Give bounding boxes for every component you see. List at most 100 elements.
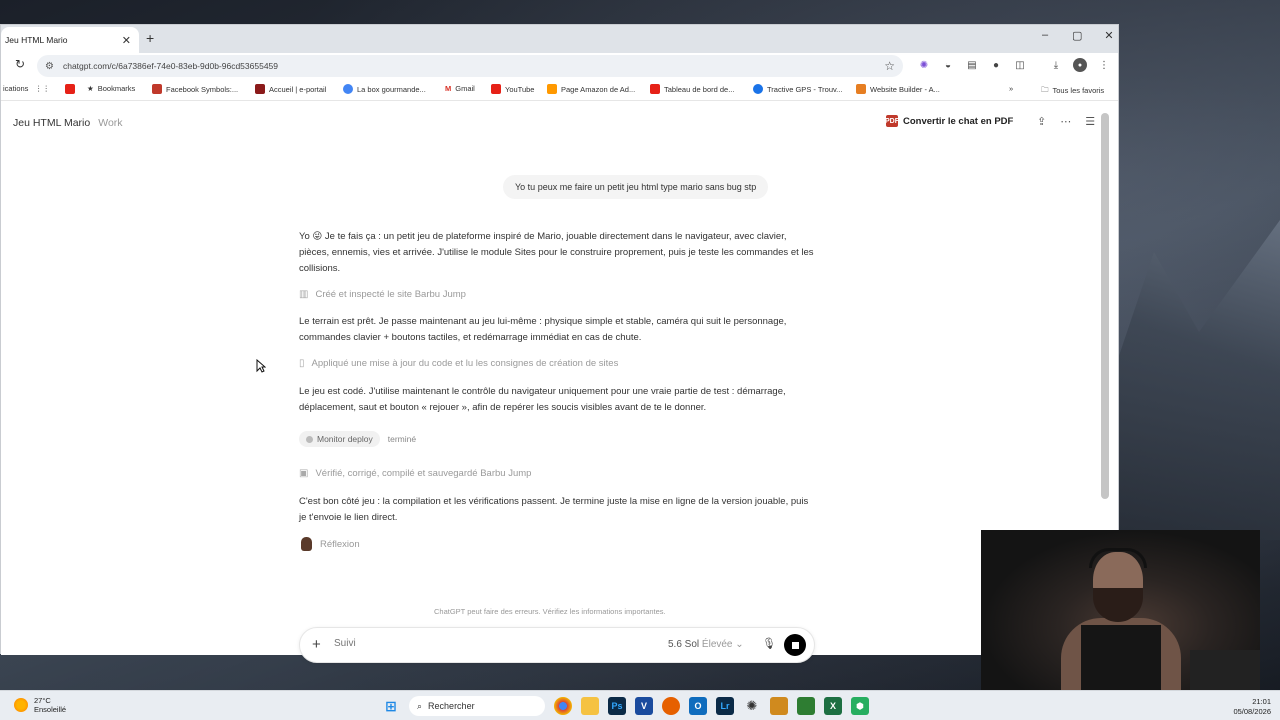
- extension-record-icon[interactable]: ●: [989, 58, 1003, 72]
- more-options-icon[interactable]: ⋯: [1060, 115, 1071, 128]
- bookmark-item[interactable]: Tractive GPS - Trouv...: [753, 84, 842, 94]
- window-controls: – ▢ ✕: [1040, 29, 1114, 42]
- monitor-deploy-pill[interactable]: Monitor deploy: [299, 431, 380, 447]
- weather-widget[interactable]: 27°C Ensoleillé: [14, 696, 66, 714]
- bookmark-star-icon[interactable]: ☆: [884, 59, 895, 73]
- bookmark-item[interactable]: Page Amazon de Ad...: [547, 84, 635, 94]
- share-icon[interactable]: ⇪: [1037, 115, 1046, 128]
- bookmarks-overflow-button[interactable]: »: [1009, 84, 1013, 93]
- thinking-indicator: Réflexion: [301, 537, 360, 551]
- firefox-icon[interactable]: [662, 697, 680, 715]
- tool-step[interactable]: ▣ Vérifié, corrigé, compilé et sauvegard…: [299, 468, 531, 479]
- status-dot-icon: [306, 435, 313, 443]
- tab-close-icon[interactable]: ✕: [122, 34, 131, 47]
- taskbar-search[interactable]: ⌕ Rechercher: [409, 696, 545, 716]
- chatgpt-icon[interactable]: ✺: [743, 697, 761, 715]
- url-text: chatgpt.com/c/6a7386ef-74e0-83eb-9d0b-96…: [62, 61, 278, 71]
- extension-purple-icon[interactable]: ✺: [917, 58, 931, 72]
- new-tab-button[interactable]: +: [146, 30, 154, 46]
- bookmark-item[interactable]: ★ Bookmarks: [87, 84, 135, 93]
- lightroom-icon[interactable]: Lr: [716, 697, 734, 715]
- model-selector[interactable]: 5.6 Sol Élevée ⌄: [668, 639, 744, 650]
- bookmark-item[interactable]: Accueil | e-portail: [255, 84, 326, 94]
- book-icon: ▯: [299, 358, 305, 369]
- bookmark-item[interactable]: Website Builder - A...: [856, 84, 940, 94]
- extension-mask-icon[interactable]: ◒: [941, 58, 955, 72]
- outlook-icon[interactable]: O: [689, 697, 707, 715]
- youtube-icon[interactable]: [65, 84, 75, 94]
- assistant-message: Le jeu est codé. J'utilise maintenant le…: [299, 386, 786, 413]
- folder-app-icon[interactable]: [770, 697, 788, 715]
- tool-step[interactable]: ▥ Créé et inspecté le site Barbu Jump: [299, 289, 466, 300]
- microphone-icon[interactable]: 🎙: [762, 637, 776, 650]
- bookmark-item[interactable]: Tableau de bord de...: [650, 84, 734, 94]
- tool-step[interactable]: ▯ Appliqué une mise à jour du code et lu…: [299, 358, 618, 369]
- assistant-message: Le terrain est prêt. Je passe maintenant…: [299, 316, 787, 343]
- minimize-button[interactable]: –: [1040, 29, 1050, 42]
- sidebar-toggle-icon[interactable]: ☰: [1085, 115, 1095, 128]
- notepad-icon[interactable]: [797, 697, 815, 715]
- disclaimer-text: ChatGPT peut faire des erreurs. Vérifiez…: [434, 607, 666, 616]
- webcam-overlay: [981, 530, 1260, 690]
- bookmark-item[interactable]: YouTube: [491, 84, 534, 94]
- vegas-icon[interactable]: V: [635, 697, 653, 715]
- tab-title: Jeu HTML Mario: [5, 35, 68, 45]
- assistant-message: C'est bon côté jeu : la compilation et l…: [299, 496, 809, 523]
- windows-start-icon[interactable]: ⊞: [382, 697, 400, 715]
- user-message: Yo tu peux me faire un petit jeu html ty…: [503, 175, 769, 199]
- close-window-button[interactable]: ✕: [1104, 29, 1114, 42]
- code-check-icon: ▣: [299, 468, 309, 479]
- scrollbar[interactable]: [1101, 113, 1109, 499]
- folder-icon: 🗀: [1041, 85, 1049, 94]
- sun-icon: [14, 698, 28, 712]
- clock-date: 05/08/2026: [1233, 707, 1271, 716]
- user-message-text: Yo tu peux me faire un petit jeu html ty…: [515, 182, 757, 192]
- bookmark-item[interactable]: Facebook Symbols:...: [152, 84, 238, 94]
- profile-avatar[interactable]: ●: [1073, 58, 1087, 72]
- monitor-status: terminé: [387, 434, 417, 444]
- taskbar: 27°C Ensoleillé ⊞ ⌕ Rechercher Ps V O Lr…: [0, 690, 1280, 720]
- tab-active[interactable]: Jeu HTML Mario ✕: [1, 27, 139, 53]
- download-icon[interactable]: ⤓: [1049, 58, 1063, 72]
- tool-step-label: Vérifié, corrigé, compilé et sauvegardé …: [315, 468, 532, 479]
- address-bar[interactable]: ⚙ chatgpt.com/c/6a7386ef-74e0-83eb-9d0b-…: [37, 55, 903, 77]
- system-clock[interactable]: 21:01 05/08/2026: [1233, 697, 1271, 717]
- terminal-icon[interactable]: ⬢: [851, 697, 869, 715]
- chat-title[interactable]: Jeu HTML Mario: [13, 117, 90, 129]
- bookmark-item[interactable]: M Gmail: [445, 84, 475, 93]
- webcam-person-shirt: [1081, 625, 1161, 690]
- bookmark-item[interactable]: ications: [3, 84, 28, 93]
- tool-step-label: Appliqué une mise à jour du code et lu l…: [311, 358, 619, 369]
- monitor-label: Monitor deploy: [317, 434, 373, 444]
- file-explorer-icon[interactable]: [581, 697, 599, 715]
- convert-pdf-button[interactable]: PDF Convertir le chat en PDF: [885, 115, 1013, 127]
- stop-icon: [791, 641, 799, 649]
- extension-pdf-icon[interactable]: ▤: [965, 58, 979, 72]
- maximize-button[interactable]: ▢: [1072, 29, 1082, 42]
- add-attachment-icon[interactable]: +: [312, 636, 321, 653]
- apps-grid-icon[interactable]: ⋮⋮: [35, 84, 50, 93]
- site-info-icon[interactable]: ⚙: [45, 61, 54, 72]
- message-composer: + 5.6 Sol Élevée ⌄ 🎙: [299, 627, 815, 663]
- menu-kebab-icon[interactable]: ⋮: [1097, 58, 1111, 72]
- chat-title-area: Jeu HTML Mario Work: [13, 117, 123, 129]
- prompt-input[interactable]: [334, 638, 634, 649]
- chrome-icon[interactable]: [554, 697, 572, 715]
- assistant-avatar-icon: [301, 537, 312, 551]
- weather-condition: Ensoleillé: [34, 705, 67, 714]
- webcam-person-beard: [1093, 588, 1143, 622]
- sites-icon: ▥: [299, 289, 309, 300]
- reload-icon[interactable]: ↻: [15, 57, 25, 71]
- bookmark-item[interactable]: La box gourmande...: [343, 84, 426, 94]
- pdf-icon: PDF: [885, 115, 899, 127]
- photoshop-icon[interactable]: Ps: [608, 697, 626, 715]
- chevron-down-icon: ⌄: [735, 639, 744, 650]
- stop-generation-button[interactable]: [784, 634, 806, 656]
- clock-time: 21:01: [1252, 697, 1271, 706]
- project-label[interactable]: Work: [98, 117, 122, 129]
- excel-icon[interactable]: X: [824, 697, 842, 715]
- all-bookmarks-folder[interactable]: 🗀 Tous les favoris: [1041, 84, 1104, 97]
- extensions-puzzle-icon[interactable]: ◫: [1013, 58, 1027, 72]
- search-icon: ⌕: [417, 700, 423, 711]
- tab-strip: Jeu HTML Mario ✕ + – ▢ ✕: [1, 25, 1118, 53]
